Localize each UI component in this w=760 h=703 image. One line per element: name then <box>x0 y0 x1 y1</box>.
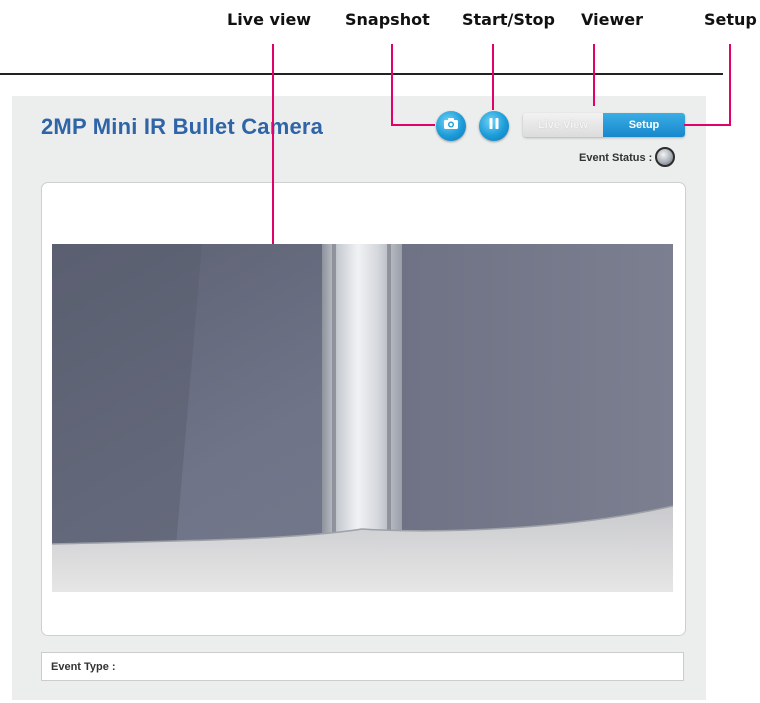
video-frame-image <box>52 244 673 592</box>
header-divider <box>0 73 723 75</box>
event-type-bar: Event Type : <box>41 652 684 681</box>
camera-icon <box>443 117 459 135</box>
snapshot-button[interactable] <box>436 111 466 141</box>
callout-start-stop: Start/Stop <box>462 10 555 29</box>
callout-snapshot: Snapshot <box>345 10 430 29</box>
leader-viewer <box>593 44 595 106</box>
event-type-label: Event Type : <box>51 661 116 673</box>
pause-icon <box>488 117 500 135</box>
live-view-tab[interactable]: Live View <box>523 113 603 137</box>
callout-viewer: Viewer <box>581 10 643 29</box>
start-stop-button[interactable] <box>479 111 509 141</box>
event-status-label: Event Status : <box>579 152 653 164</box>
live-video-feed <box>52 244 673 592</box>
viewer-toggle: Live View Setup <box>523 113 685 137</box>
leader-snapshot-vertical <box>391 44 393 126</box>
leader-start-stop <box>492 44 494 110</box>
callout-live-view: Live view <box>227 10 312 29</box>
leader-snapshot-horizontal <box>391 124 435 126</box>
setup-tab[interactable]: Setup <box>603 113 685 137</box>
leader-setup-horizontal <box>684 124 731 126</box>
camera-web-panel: 2MP Mini IR Bullet Camera Live View Setu… <box>12 96 706 700</box>
event-status-indicator <box>655 147 675 167</box>
callout-setup: Setup <box>704 10 757 29</box>
page-title: 2MP Mini IR Bullet Camera <box>41 114 324 139</box>
leader-setup-vertical <box>729 44 731 126</box>
leader-live-view <box>272 44 274 244</box>
